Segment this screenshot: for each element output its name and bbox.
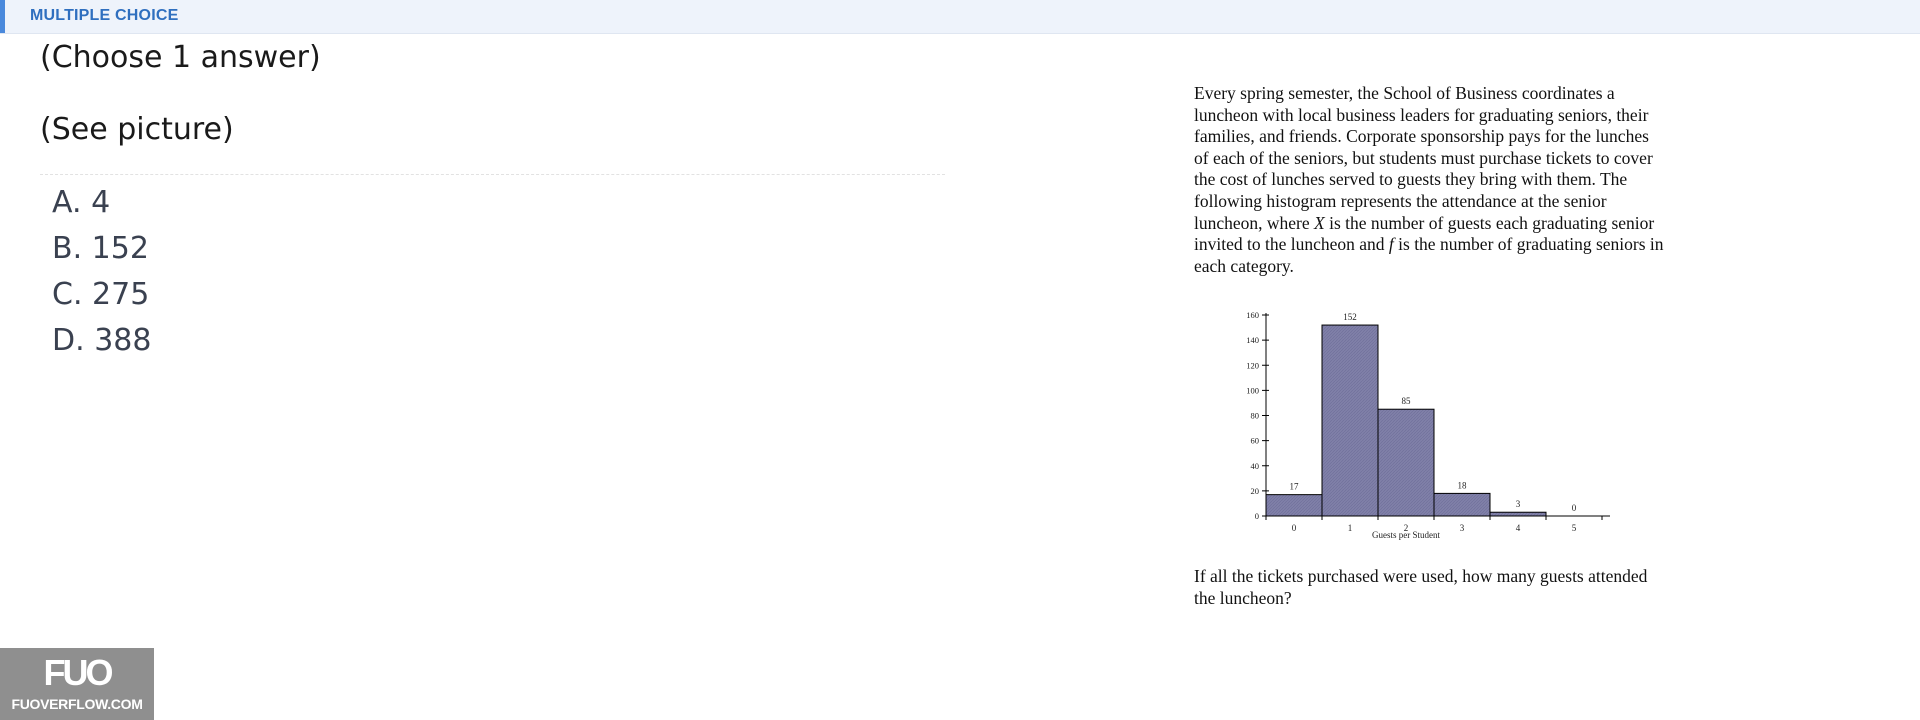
answer-options: A. 4 B. 152 C. 275 D. 388 [52,180,151,364]
option-value: 275 [92,277,150,312]
option-b[interactable]: B. 152 [52,226,151,272]
option-value: 152 [91,231,149,266]
x-tick-label: 4 [1516,523,1521,533]
histogram-bar [1265,494,1323,517]
histogram-bar [1321,324,1379,517]
y-tick-label: 40 [1251,461,1260,471]
y-tick-label: 0 [1255,511,1259,521]
histogram-bar [1433,492,1491,517]
y-tick-label: 100 [1246,385,1259,395]
question-passage: Every spring semester, the School of Bus… [1194,83,1664,277]
y-tick-label: 80 [1251,411,1260,421]
x-axis-title: Guests per Student [1372,530,1440,540]
bar-value-label: 0 [1572,503,1577,513]
option-letter: B. [52,231,83,266]
answer-instruction: (Choose 1 answer) [40,40,321,75]
option-d[interactable]: D. 388 [52,318,151,364]
watermark-logo: FUO [43,652,114,693]
y-tick-label: 20 [1251,486,1260,496]
variable-x: X [1314,212,1325,233]
question-text: If all the tickets purchased were used, … [1194,566,1648,608]
option-value: 4 [91,185,111,220]
option-letter: A. [52,185,82,220]
see-picture-note: (See picture) [40,112,234,147]
watermark-text: FUOVERFLOW.COM [11,696,143,712]
x-tick-label: 1 [1348,523,1353,533]
watermark: FUO FUOVERFLOW.COM [0,648,154,720]
x-tick-label: 5 [1572,523,1577,533]
option-c[interactable]: C. 275 [52,272,151,318]
question-type-header: MULTIPLE CHOICE [0,0,1920,34]
question-type-label: MULTIPLE CHOICE [30,7,179,24]
y-tick-label: 140 [1246,335,1259,345]
option-letter: D. [52,323,85,358]
y-tick-label: 60 [1251,436,1260,446]
histogram-chart: 1715285183 00204060801001201401600 1 2 3 4 5Gu… [1246,310,1610,540]
bar-value-label: 17 [1290,482,1300,492]
bar-value-label: 18 [1458,480,1468,490]
histogram-bar [1489,511,1547,517]
bar-value-label: 152 [1343,312,1357,322]
bar-value-label: 3 [1516,499,1521,509]
y-tick-label: 120 [1246,360,1259,370]
bar-value-label: 85 [1402,396,1412,406]
option-a[interactable]: A. 4 [52,180,151,226]
divider [40,174,945,175]
y-tick-label: 160 [1246,310,1259,320]
x-tick-label: 0 [1292,523,1297,533]
passage-text: Every spring semester, the School of Bus… [1194,83,1653,233]
histogram-bar [1377,408,1435,517]
header-accent-bar [0,0,5,33]
option-letter: C. [52,277,83,312]
option-value: 388 [94,323,152,358]
x-tick-label: 3 [1460,523,1465,533]
